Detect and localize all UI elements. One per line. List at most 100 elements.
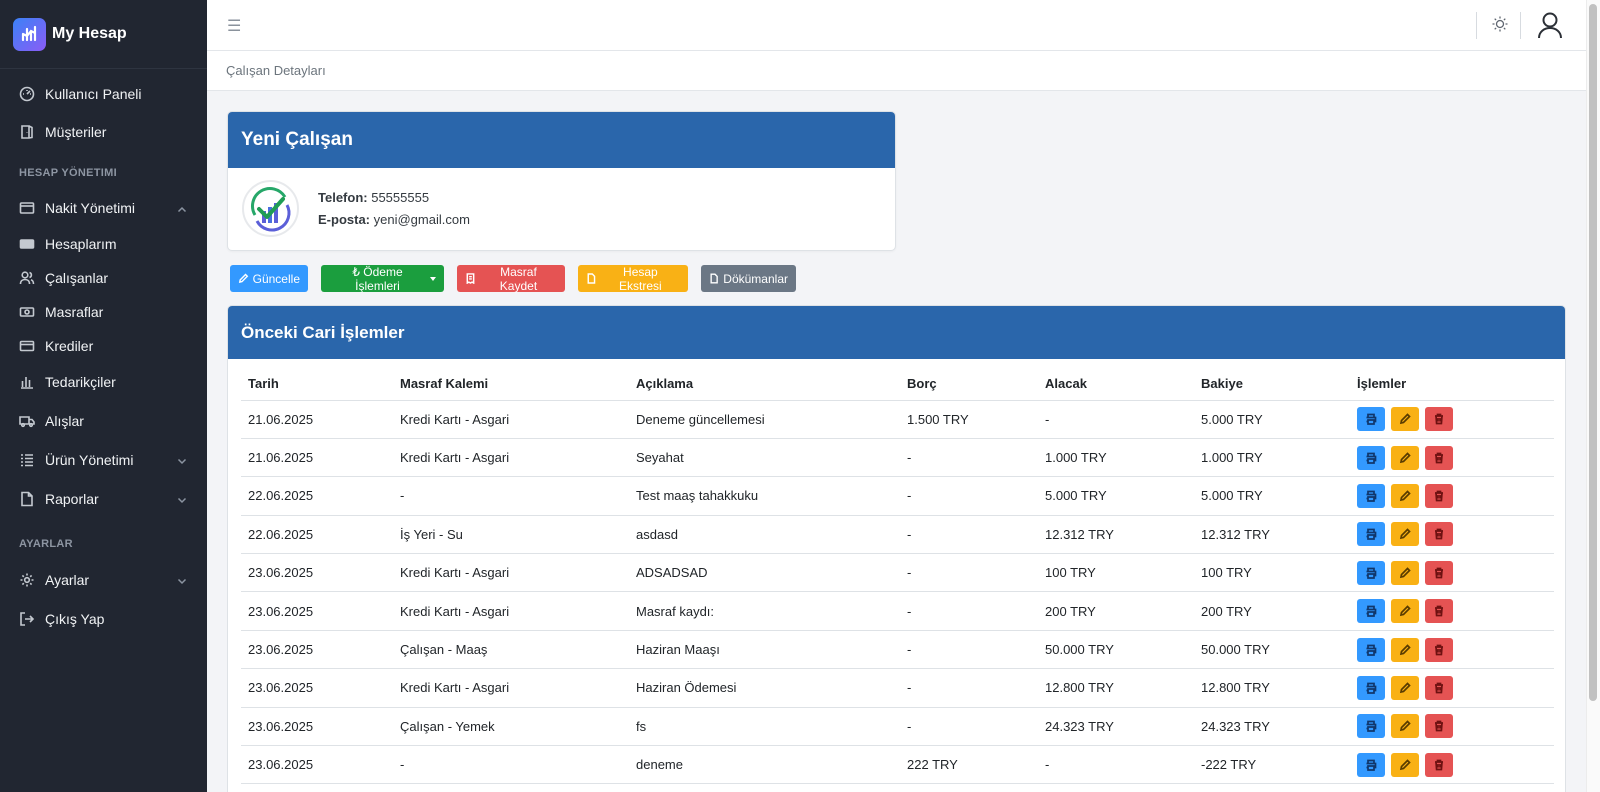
sidebar-item-tedarikciler[interactable]: Tedarikçiler (0, 363, 207, 401)
print-button[interactable] (1357, 599, 1385, 624)
documents-button[interactable]: Dökümanlar (701, 265, 796, 292)
wallet-icon (19, 200, 35, 216)
sun-icon[interactable] (1491, 15, 1509, 33)
table-row[interactable]: 23.06.2025- deneme 222 TRY - -222 TRY (241, 745, 1554, 785)
user-icon[interactable] (1537, 11, 1563, 39)
print-button[interactable] (1357, 714, 1385, 739)
table-row[interactable]: 23.06.2025 Kredi Kartı - Asgari ADSADSAD -1… (241, 553, 1554, 593)
row-actions (1350, 668, 1554, 708)
printer-icon (1365, 682, 1377, 694)
delete-button[interactable] (1425, 599, 1453, 624)
hamburger-menu-icon[interactable]: ☰ (227, 16, 241, 36)
employee-name: Yeni Çalışan (241, 129, 353, 150)
table-row[interactable]: 21.06.2025 Kredi Kartı - Asgari Deneme gün… (241, 400, 1554, 439)
delete-button[interactable] (1425, 445, 1453, 470)
sidebar-item-label: Alışlar (45, 412, 84, 429)
edit-button[interactable] (1391, 675, 1419, 700)
delete-button[interactable] (1425, 714, 1453, 739)
sidebar-item-urun-yonetimi[interactable]: Ürün Yönetimi (0, 440, 207, 479)
print-button[interactable] (1357, 445, 1385, 470)
sidebar-item-masraflar[interactable]: Masraflar (0, 295, 207, 329)
column-header[interactable]: Tarih (241, 368, 393, 401)
sidebar-item-alislar[interactable]: Alışlar (0, 401, 207, 440)
delete-button[interactable] (1425, 675, 1453, 700)
save-expense-label: Masraf Kaydet (499, 264, 538, 293)
breadcrumb[interactable]: Çalışan Detayları (226, 63, 326, 78)
table-row[interactable]: 23.06.2025 Çalışan - Yemek fs -24.323 TRY 24… (241, 707, 1554, 747)
sidebar-item-label: Tedarikçiler (45, 374, 116, 390)
delete-button[interactable] (1425, 407, 1453, 432)
edit-button[interactable] (1391, 522, 1419, 547)
edit-button[interactable] (1391, 483, 1419, 508)
update-button[interactable]: Güncelle (230, 265, 308, 292)
delete-button[interactable] (1425, 483, 1453, 508)
trash-icon (1433, 452, 1445, 464)
trash-icon (1433, 413, 1445, 425)
sidebar-item-cikis-yap[interactable]: Çıkış Yap (0, 599, 207, 638)
print-button[interactable] (1357, 637, 1385, 662)
sidebar-item-krediler[interactable]: Krediler (0, 329, 207, 363)
delete-button[interactable] (1425, 522, 1453, 547)
column-header[interactable]: Alacak (1038, 368, 1194, 401)
row-actions (1350, 745, 1554, 785)
table-cell: - (393, 745, 629, 785)
table-cell: 12.312 TRY (1194, 515, 1350, 555)
print-button[interactable] (1357, 560, 1385, 585)
sidebar-item-raporlar[interactable]: Raporlar (0, 479, 207, 518)
transactions-card: Önceki Cari İşlemler Tarih Masraf Kalemi… (227, 305, 1566, 792)
edit-button[interactable] (1391, 599, 1419, 624)
column-header[interactable]: Bakiye (1194, 368, 1350, 401)
delete-button[interactable] (1425, 560, 1453, 585)
print-button[interactable] (1357, 522, 1385, 547)
table-cell: Çalışan - Maaş (393, 630, 629, 670)
print-button[interactable] (1357, 752, 1385, 777)
table-row[interactable]: 22.06.2025 İş Yeri - Su asdasd -12.312 TRY 1… (241, 515, 1554, 555)
print-button[interactable] (1357, 407, 1385, 432)
table-row[interactable]: 23.06.2025 Kredi Kartı - Asgari Masraf kay… (241, 591, 1554, 631)
edit-button[interactable] (1391, 445, 1419, 470)
sidebar-item-kullanici-paneli[interactable]: Kullanıcı Paneli (0, 75, 207, 113)
payment-operations-button[interactable]: ₺ Ödeme İşlemleri (321, 265, 444, 293)
sidebar-nav-account: Nakit Yönetimi Hesaplarım Çalışanlar Mas… (0, 189, 207, 518)
print-button[interactable] (1357, 675, 1385, 700)
pencil-icon (1399, 605, 1411, 617)
scrollbar-thumb[interactable] (1589, 4, 1597, 701)
table-cell: 5.000 TRY (1194, 400, 1350, 439)
sidebar-item-hesaplarim[interactable]: Hesaplarım (0, 227, 207, 261)
sidebar-item-ayarlar[interactable]: Ayarlar (0, 560, 207, 599)
chevron-down-icon (177, 453, 187, 465)
table-cell: Test maaş tahakkuku (629, 476, 900, 516)
edit-button[interactable] (1391, 714, 1419, 739)
column-header[interactable]: Borç (900, 368, 1038, 401)
table-cell: 21.06.2025 (241, 438, 393, 478)
column-header[interactable]: Açıklama (629, 368, 900, 401)
account-statement-button[interactable]: Hesap Ekstresi (578, 265, 688, 293)
table-row[interactable]: 23.06.2025 Çalışan - Maaş Haziran Maaşı -50… (241, 630, 1554, 670)
sidebar-item-calisanlar[interactable]: Çalışanlar (0, 261, 207, 295)
sidebar-item-musteriler[interactable]: Müşteriler (0, 113, 207, 151)
edit-button[interactable] (1391, 407, 1419, 432)
table-cell: 23.06.2025 (241, 591, 393, 631)
door-icon (19, 124, 35, 140)
pencil-icon (1399, 682, 1411, 694)
table-row[interactable]: 22.06.2025- Test maaş tahakkuku -5.000 TRY… (241, 476, 1554, 516)
column-header[interactable]: Masraf Kalemi (393, 368, 629, 401)
sidebar-item-nakit-yonetimi[interactable]: Nakit Yönetimi (0, 189, 207, 227)
pencil-icon (1399, 567, 1411, 579)
row-actions (1350, 476, 1554, 516)
edit-button[interactable] (1391, 752, 1419, 777)
table-cell: 50.000 TRY (1194, 630, 1350, 670)
save-expense-button[interactable]: Masraf Kaydet (457, 264, 565, 293)
table-cell: 23.06.2025 (241, 707, 393, 747)
sidebar: My Hesap Kullanıcı Paneli Müşteriler HES… (0, 0, 207, 792)
print-button[interactable] (1357, 483, 1385, 508)
delete-button[interactable] (1425, 752, 1453, 777)
edit-button[interactable] (1391, 560, 1419, 585)
pencil-icon (1399, 759, 1411, 771)
delete-button[interactable] (1425, 637, 1453, 662)
table-row[interactable]: 21.06.2025 Kredi Kartı - Asgari Seyahat -1.… (241, 438, 1554, 478)
row-actions (1350, 630, 1554, 670)
edit-button[interactable] (1391, 637, 1419, 662)
brand[interactable]: My Hesap (0, 0, 207, 69)
table-row[interactable]: 23.06.2025 Kredi Kartı - Asgari Haziran Öd… (241, 668, 1554, 708)
